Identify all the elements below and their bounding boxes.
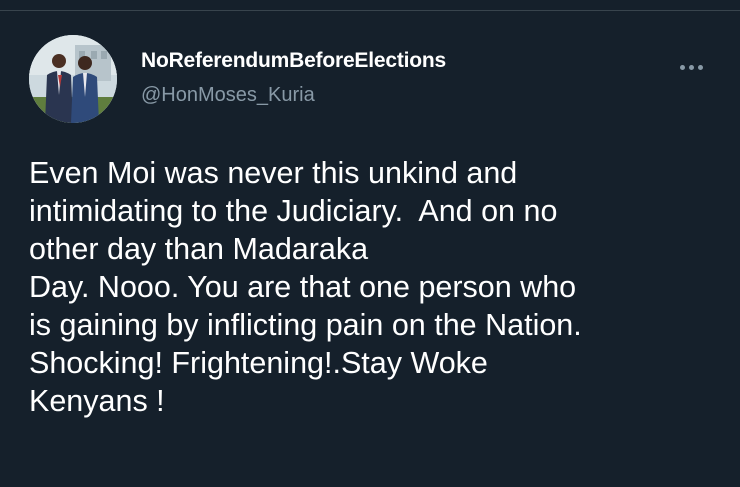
tweet-text-line: other day than Madaraka [29,232,369,266]
tweet-text: Even Moi was never this unkind and intim… [29,154,729,420]
author-display-name[interactable]: NoReferendumBeforeElections [141,49,446,73]
tweet-text-line: Kenyans ! [29,384,165,418]
tweet-text-line: Even Moi was never this unkind and [29,156,518,190]
more-options-button[interactable] [672,54,710,80]
tweet-text-line: intimidating to the Judiciary. And on no [29,194,558,228]
tweet-card[interactable]: NoReferendumBeforeElections @HonMoses_Ku… [0,0,740,487]
author-handle[interactable]: @HonMoses_Kuria [141,84,315,107]
tweet-text-line: Shocking! Frightening!.Stay Woke [29,346,488,380]
tweet-text-line: is gaining by inflicting pain on the Nat… [29,308,582,342]
avatar-photo [29,35,117,123]
more-horizontal-icon [679,64,685,70]
tweet-text-line: Day. Nooo. You are that one person who [29,270,577,304]
avatar[interactable] [29,35,117,123]
more-horizontal-icon [688,64,694,70]
more-horizontal-icon [697,64,703,70]
